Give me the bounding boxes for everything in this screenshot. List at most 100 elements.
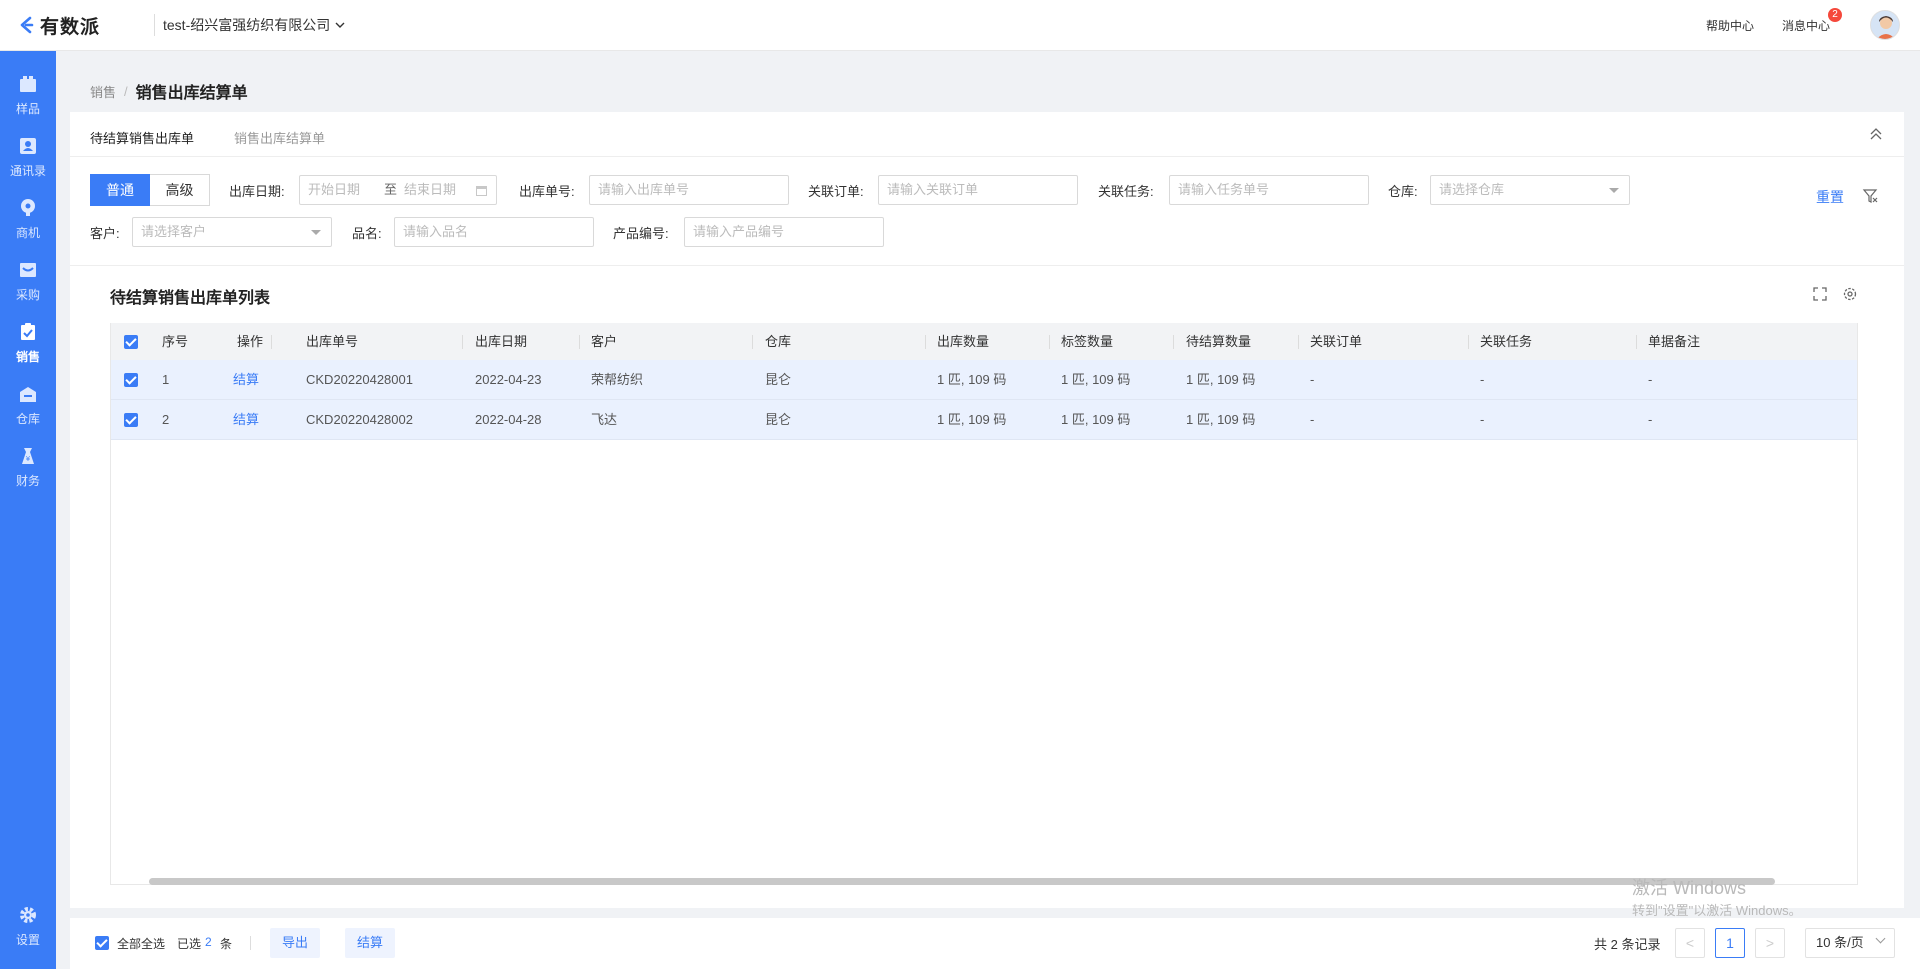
data-table: 序号 操作 出库单号 出库日期 客户 仓库 出库数量 标签数量 待结算数量 关联… bbox=[110, 323, 1858, 885]
header-divider bbox=[154, 14, 155, 36]
row-checkbox[interactable] bbox=[124, 373, 138, 387]
list-title: 待结算销售出库单列表 bbox=[110, 290, 271, 307]
column-header: 出库日期 bbox=[475, 334, 528, 349]
sidebar-item-label: 设置 bbox=[15, 932, 40, 947]
warehouse-select-value: 请选择仓库 bbox=[1439, 182, 1505, 197]
date-start[interactable]: 开始日期 bbox=[308, 182, 360, 197]
selected-suffix: 条 bbox=[220, 937, 233, 951]
customer: 飞达 bbox=[591, 412, 618, 427]
collapse-icon[interactable] bbox=[1868, 126, 1884, 142]
select-all-checkbox[interactable] bbox=[95, 936, 109, 950]
calendar-icon bbox=[476, 186, 487, 196]
column-header: 客户 bbox=[591, 334, 618, 349]
sidebar-item-contacts[interactable]: 通讯录 bbox=[0, 127, 56, 187]
column-separator bbox=[1173, 335, 1174, 349]
date-end[interactable]: 结束日期 bbox=[404, 176, 456, 204]
warehouse: 昆仑 bbox=[765, 412, 792, 427]
customer: 荣帮纺织 bbox=[591, 372, 644, 387]
horizontal-scrollbar[interactable] bbox=[149, 878, 1775, 885]
page-number-button[interactable]: 1 bbox=[1715, 928, 1745, 958]
sidebar-item-sales[interactable]: 销售 bbox=[0, 313, 56, 373]
advanced-mode-button[interactable]: 高级 bbox=[150, 174, 210, 206]
filter-clear-icon[interactable] bbox=[1862, 188, 1878, 204]
selected-count: 2 bbox=[205, 935, 212, 949]
column-separator bbox=[579, 335, 580, 349]
column-separator bbox=[462, 335, 463, 349]
chevron-down-icon bbox=[335, 22, 345, 28]
breadcrumb-parent[interactable]: 销售 bbox=[90, 82, 116, 101]
order-number-input[interactable]: 请输入出库单号 bbox=[589, 175, 789, 205]
tag-quantity: 1 匹, 109 码 bbox=[1061, 372, 1131, 387]
help-center-link[interactable]: 帮助中心 bbox=[1706, 17, 1754, 34]
pending-quantity: 1 匹, 109 码 bbox=[1186, 372, 1256, 387]
settings-gear-icon[interactable] bbox=[1842, 286, 1858, 302]
settle-link[interactable]: 结算 bbox=[233, 360, 259, 400]
column-separator bbox=[1298, 335, 1299, 349]
reset-button[interactable]: 重置 bbox=[1816, 187, 1844, 207]
activation-watermark-title: 激活 Windows bbox=[1632, 878, 1747, 898]
order-number-label: 出库单号: bbox=[519, 184, 575, 199]
product-name-input[interactable]: 请输入品名 bbox=[394, 217, 594, 247]
product-code-input[interactable]: 请输入产品编号 bbox=[684, 217, 884, 247]
footer-divider bbox=[250, 936, 251, 950]
page-size-value: 10 条/页 bbox=[1816, 935, 1864, 950]
company-name: test-绍兴富强纺织有限公司 bbox=[163, 17, 331, 33]
customer-select[interactable]: 请选择客户 bbox=[132, 217, 332, 247]
sidebar-item-label: 采购 bbox=[15, 287, 40, 302]
out-date: 2022-04-23 bbox=[475, 372, 542, 387]
sidebar-item-purchase[interactable]: 采购 bbox=[0, 251, 56, 311]
warehouse-select[interactable]: 请选择仓库 bbox=[1430, 175, 1630, 205]
sidebar-item-finance[interactable]: ¥ 财务 bbox=[0, 437, 56, 497]
fullscreen-icon[interactable] bbox=[1812, 286, 1828, 302]
contacts-icon bbox=[20, 137, 36, 154]
settle-button[interactable]: 结算 bbox=[345, 928, 396, 958]
sidebar-item-warehouse[interactable]: 仓库 bbox=[0, 375, 56, 435]
chevron-down-icon bbox=[1875, 933, 1886, 944]
page-size-select[interactable]: 10 条/页 bbox=[1805, 928, 1895, 958]
sidebar-item-settings[interactable]: 设置 bbox=[0, 896, 56, 956]
tag-quantity: 1 匹, 109 码 bbox=[1061, 412, 1131, 427]
column-header: 待结算数量 bbox=[1186, 334, 1252, 349]
row-no: 2 bbox=[162, 412, 170, 427]
table-row[interactable]: 2 结算 CKD20220428002 2022-04-28 飞达 昆仑 1 匹… bbox=[111, 400, 1857, 440]
row-checkbox[interactable] bbox=[124, 413, 138, 427]
message-center-link[interactable]: 消息中心 2 bbox=[1782, 7, 1842, 34]
order-number: CKD20220428002 bbox=[306, 412, 413, 427]
select-all-label: 全部全选 bbox=[117, 937, 166, 951]
table-row[interactable]: 1 结算 CKD20220428001 2022-04-23 荣帮纺织 昆仑 1… bbox=[111, 360, 1857, 400]
related-order: - bbox=[1310, 372, 1315, 387]
settle-link[interactable]: 结算 bbox=[233, 400, 259, 440]
column-header: 仓库 bbox=[765, 334, 792, 349]
sidebar-item-label: 商机 bbox=[15, 225, 40, 240]
column-separator bbox=[271, 335, 272, 349]
related-task: - bbox=[1480, 372, 1485, 387]
company-switcher[interactable]: test-绍兴富强纺织有限公司 bbox=[163, 15, 346, 35]
date-label: 出库日期: bbox=[229, 184, 285, 199]
related-order-input[interactable]: 请输入关联订单 bbox=[878, 175, 1078, 205]
tab-pending-settlement[interactable]: 待结算销售出库单 bbox=[90, 128, 194, 147]
warehouse-icon bbox=[20, 386, 36, 402]
message-badge: 2 bbox=[1828, 7, 1842, 22]
export-button[interactable]: 导出 bbox=[270, 928, 321, 958]
tab-bar: 待结算销售出库单 销售出库结算单 bbox=[70, 112, 1904, 157]
sidebar-item-sample[interactable]: 样品 bbox=[0, 65, 56, 125]
gear-icon bbox=[20, 906, 36, 923]
top-bar: 有数派 test-绍兴富强纺织有限公司 帮助中心 消息中心 2 bbox=[0, 0, 1920, 51]
sidebar-item-opportunity[interactable]: 商机 bbox=[0, 189, 56, 249]
prev-page-button[interactable]: < bbox=[1675, 928, 1705, 958]
caret-down-icon bbox=[1609, 188, 1619, 193]
purchase-icon bbox=[20, 262, 36, 277]
sidebar-item-label: 通讯录 bbox=[9, 163, 46, 178]
sidebar-item-label: 财务 bbox=[15, 473, 40, 488]
normal-mode-button[interactable]: 普通 bbox=[90, 174, 150, 206]
tab-settlement-list[interactable]: 销售出库结算单 bbox=[234, 128, 325, 147]
sidebar-item-label: 样品 bbox=[15, 101, 40, 116]
related-task-input[interactable]: 请输入任务单号 bbox=[1169, 175, 1369, 205]
date-range-picker[interactable]: 开始日期 至 结束日期 bbox=[299, 175, 497, 205]
order-number: CKD20220428001 bbox=[306, 372, 413, 387]
avatar[interactable] bbox=[1870, 10, 1900, 40]
breadcrumb: 销售 / 销售出库结算单 bbox=[90, 79, 248, 103]
next-page-button[interactable]: > bbox=[1755, 928, 1785, 958]
header-checkbox[interactable] bbox=[124, 335, 138, 349]
logo[interactable]: 有数派 bbox=[18, 12, 126, 39]
